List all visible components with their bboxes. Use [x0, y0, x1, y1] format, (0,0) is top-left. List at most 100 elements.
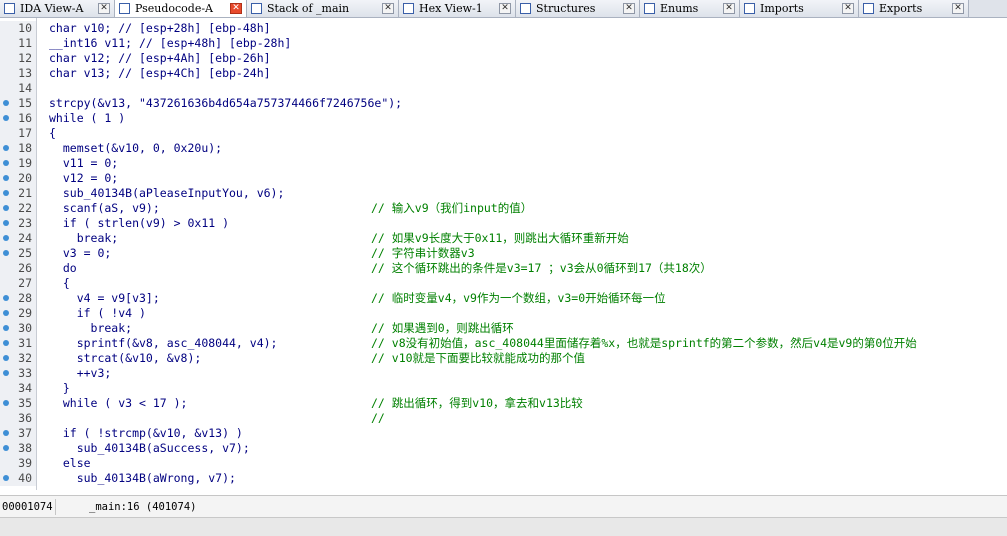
- close-icon[interactable]: ✕: [98, 3, 110, 14]
- code-text[interactable]: {: [49, 126, 56, 141]
- breakpoint-dot-icon[interactable]: [3, 220, 9, 226]
- code-text[interactable]: sub_40134B(aWrong, v7);: [49, 471, 236, 486]
- code-text[interactable]: break;: [49, 231, 119, 246]
- code-text[interactable]: if ( !strcmp(&v10, &v13) ): [49, 426, 243, 441]
- line-number: 17: [18, 126, 32, 140]
- close-icon[interactable]: ✕: [382, 3, 394, 14]
- tab-stack-of-main[interactable]: Stack of _main ✕: [247, 0, 399, 17]
- breakpoint-dot-icon[interactable]: [3, 475, 9, 481]
- code-text[interactable]: sub_40134B(aSuccess, v7);: [49, 441, 250, 456]
- code-line[interactable]: 33 ++v3;: [0, 366, 1007, 381]
- close-icon[interactable]: ✕: [723, 3, 735, 14]
- close-icon[interactable]: ✕: [230, 3, 242, 14]
- code-text[interactable]: v4 = v9[v3];: [49, 291, 160, 306]
- code-comment: // 字符串计数器v3: [371, 246, 475, 260]
- code-line[interactable]: 13 char v13; // [esp+4Ch] [ebp-24h]: [0, 66, 1007, 81]
- code-text[interactable]: char v13; // [esp+4Ch] [ebp-24h]: [49, 66, 271, 81]
- code-text[interactable]: v12 = 0;: [49, 171, 118, 186]
- tab-pseudocode-a[interactable]: Pseudocode-A ✕: [115, 0, 247, 17]
- tab-imports[interactable]: Imports ✕: [740, 0, 859, 17]
- code-text[interactable]: }: [49, 381, 70, 396]
- code-text[interactable]: break;: [49, 321, 133, 336]
- breakpoint-dot-icon[interactable]: [3, 100, 9, 106]
- code-text[interactable]: {: [49, 276, 70, 291]
- code-line[interactable]: 10 char v10; // [esp+28h] [ebp-48h]: [0, 21, 1007, 36]
- code-line[interactable]: 28 v4 = v9[v3]; // 临时变量v4，v9作为一个数组，v3=0开始…: [0, 291, 1007, 306]
- code-text[interactable]: scanf(aS, v9);: [49, 201, 160, 216]
- code-line[interactable]: 40 sub_40134B(aWrong, v7);: [0, 471, 1007, 486]
- code-line[interactable]: 38 sub_40134B(aSuccess, v7);: [0, 441, 1007, 456]
- code-text[interactable]: ++v3;: [49, 366, 112, 381]
- breakpoint-dot-icon[interactable]: [3, 370, 9, 376]
- breakpoint-dot-icon[interactable]: [3, 295, 9, 301]
- code-line[interactable]: 15 strcpy(&v13, "437261636b4d654a75737446…: [0, 96, 1007, 111]
- code-line[interactable]: 17 {: [0, 126, 1007, 141]
- code-text[interactable]: strcpy(&v13, "437261636b4d654a757374466f…: [49, 96, 402, 111]
- breakpoint-dot-icon[interactable]: [3, 310, 9, 316]
- code-line[interactable]: 27 {: [0, 276, 1007, 291]
- code-line[interactable]: 35 while ( v3 < 17 ); // 跳出循环，得到v10，拿去和v1…: [0, 396, 1007, 411]
- code-line[interactable]: 32 strcat(&v10, &v8); // v10就是下面要比较就能成功的那…: [0, 351, 1007, 366]
- tab-ida-view-a[interactable]: IDA View-A ✕: [0, 0, 115, 17]
- code-line[interactable]: 26 do // 这个循环跳出的条件是v3=17 ；v3会从0循环到17（共18次…: [0, 261, 1007, 276]
- code-line[interactable]: 24 break; // 如果v9长度大于0x11，则跳出大循环重新开始: [0, 231, 1007, 246]
- code-line[interactable]: 25 v3 = 0; // 字符串计数器v3: [0, 246, 1007, 261]
- breakpoint-dot-icon[interactable]: [3, 400, 9, 406]
- code-line[interactable]: 39 else: [0, 456, 1007, 471]
- code-line[interactable]: 36 //: [0, 411, 1007, 426]
- breakpoint-dot-icon[interactable]: [3, 250, 9, 256]
- breakpoint-dot-icon[interactable]: [3, 160, 9, 166]
- code-text[interactable]: while ( v3 < 17 );: [49, 396, 188, 411]
- code-text[interactable]: strcat(&v10, &v8);: [49, 351, 202, 366]
- code-text[interactable]: __int16 v11; // [esp+48h] [ebp-28h]: [49, 36, 291, 51]
- breakpoint-dot-icon[interactable]: [3, 235, 9, 241]
- breakpoint-dot-icon[interactable]: [3, 205, 9, 211]
- pseudocode-view[interactable]: 10 char v10; // [esp+28h] [ebp-48h] 11 __in…: [0, 18, 1007, 490]
- code-line[interactable]: 23 if ( strlen(v9) > 0x11 ): [0, 216, 1007, 231]
- code-line[interactable]: 21 sub_40134B(aPleaseInputYou, v6);: [0, 186, 1007, 201]
- code-text[interactable]: sprintf(&v8, asc_408044, v4);: [49, 336, 278, 351]
- code-line[interactable]: 29 if ( !v4 ): [0, 306, 1007, 321]
- breakpoint-dot-icon[interactable]: [3, 175, 9, 181]
- line-number: 11: [18, 36, 32, 50]
- breakpoint-dot-icon[interactable]: [3, 190, 9, 196]
- code-text[interactable]: if ( !v4 ): [49, 306, 146, 321]
- code-line[interactable]: 12 char v12; // [esp+4Ah] [ebp-26h]: [0, 51, 1007, 66]
- tab-hex-view-1[interactable]: Hex View-1 ✕: [399, 0, 516, 17]
- code-line[interactable]: 34 }: [0, 381, 1007, 396]
- code-line[interactable]: 20 v12 = 0;: [0, 171, 1007, 186]
- code-text[interactable]: v3 = 0;: [49, 246, 111, 261]
- code-line[interactable]: 30 break; // 如果遇到0，则跳出循环: [0, 321, 1007, 336]
- code-text[interactable]: if ( strlen(v9) > 0x11 ): [49, 216, 229, 231]
- code-text[interactable]: memset(&v10, 0, 0x20u);: [49, 141, 222, 156]
- code-line[interactable]: 37 if ( !strcmp(&v10, &v13) ): [0, 426, 1007, 441]
- code-text[interactable]: char v10; // [esp+28h] [ebp-48h]: [49, 21, 271, 36]
- code-line[interactable]: 18 memset(&v10, 0, 0x20u);: [0, 141, 1007, 156]
- close-icon[interactable]: ✕: [623, 3, 635, 14]
- breakpoint-dot-icon[interactable]: [3, 430, 9, 436]
- code-text[interactable]: v11 = 0;: [49, 156, 118, 171]
- code-text[interactable]: char v12; // [esp+4Ah] [ebp-26h]: [49, 51, 271, 66]
- code-text[interactable]: do: [49, 261, 77, 276]
- code-line[interactable]: 11 __int16 v11; // [esp+48h] [ebp-28h]: [0, 36, 1007, 51]
- code-line[interactable]: 31 sprintf(&v8, asc_408044, v4); // v8没有初…: [0, 336, 1007, 351]
- code-line[interactable]: 19 v11 = 0;: [0, 156, 1007, 171]
- breakpoint-dot-icon[interactable]: [3, 355, 9, 361]
- tab-exports[interactable]: Exports ✕: [859, 0, 969, 17]
- code-text[interactable]: while ( 1 ): [49, 111, 125, 126]
- breakpoint-dot-icon[interactable]: [3, 340, 9, 346]
- breakpoint-dot-icon[interactable]: [3, 145, 9, 151]
- code-line[interactable]: 16 while ( 1 ): [0, 111, 1007, 126]
- code-text[interactable]: sub_40134B(aPleaseInputYou, v6);: [49, 186, 285, 201]
- tab-enums[interactable]: Enums ✕: [640, 0, 740, 17]
- tab-structures[interactable]: Structures ✕: [516, 0, 640, 17]
- breakpoint-dot-icon[interactable]: [3, 445, 9, 451]
- close-icon[interactable]: ✕: [842, 3, 854, 14]
- breakpoint-dot-icon[interactable]: [3, 325, 9, 331]
- code-line[interactable]: 22 scanf(aS, v9); // 输入v9（我们input的值）: [0, 201, 1007, 216]
- code-line[interactable]: 14: [0, 81, 1007, 96]
- close-icon[interactable]: ✕: [499, 3, 511, 14]
- close-icon[interactable]: ✕: [952, 3, 964, 14]
- breakpoint-dot-icon[interactable]: [3, 115, 9, 121]
- code-text[interactable]: else: [49, 456, 91, 471]
